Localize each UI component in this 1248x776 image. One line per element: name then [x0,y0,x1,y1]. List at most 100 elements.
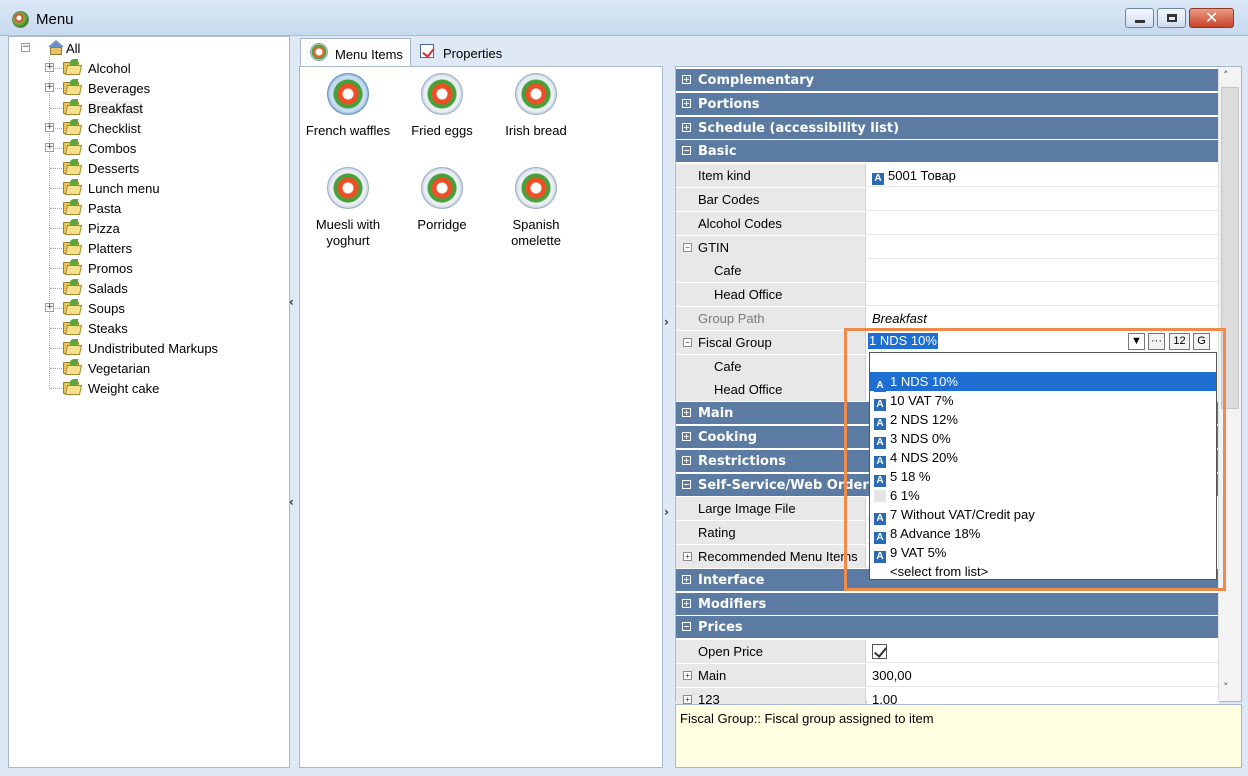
expand-icon[interactable]: + [683,694,692,704]
tree-item[interactable]: + Checklist [9,118,289,138]
property-value-cell[interactable] [867,211,1219,235]
collapse-icon[interactable]: − [682,479,691,489]
property-open-price[interactable]: Open Price [676,640,1219,664]
dish-icon [327,73,369,115]
property-value-cell[interactable]: Breakfast [867,307,1219,330]
collapse-icon[interactable]: − [682,622,691,632]
property-name-cell[interactable]: Item kind [676,164,866,188]
property-name: Cafe [714,263,742,279]
property-name-cell[interactable]: + Recommended Menu Items [676,545,866,568]
property-value-cell[interactable] [867,259,1219,283]
property-gtin[interactable]: − GTIN [676,235,1219,259]
property-gtin-cafe[interactable]: Cafe [676,259,1219,283]
expand-icon[interactable]: + [682,432,691,441]
tree-item[interactable]: Undistributed Markups [9,338,289,358]
expand-icon[interactable]: + [683,552,692,561]
property-name-cell[interactable]: Cafe [676,259,866,283]
tab-menu-items[interactable]: Menu Items [300,38,411,67]
property-name-cell[interactable]: Cafe [676,354,866,378]
category-basic[interactable]: − Basic [676,140,1219,164]
scroll-down-icon[interactable]: ˅ [1223,681,1229,694]
tree-item[interactable]: Vegetarian [9,358,289,378]
expand-icon[interactable]: + [682,98,691,108]
expand-icon[interactable]: + [682,574,691,584]
tree-item[interactable]: Salads [9,278,289,298]
expand-icon[interactable]: + [683,671,692,680]
expand-right-icon-2[interactable]: › [664,505,669,519]
tree-item[interactable]: + Beverages [9,78,289,98]
menu-folder-icon [63,359,83,375]
menu-folder-icon [63,319,83,335]
close-button[interactable]: ✕ [1189,8,1234,28]
property-value-cell[interactable] [867,188,1219,211]
expand-icon[interactable]: + [45,83,54,92]
category-label: Modifiers [698,596,767,612]
property-name-cell[interactable]: − GTIN [676,235,866,259]
category-schedule[interactable]: + Schedule (accessibility list) [676,116,1219,140]
expand-icon[interactable]: + [682,75,691,84]
property-value-cell[interactable] [867,640,1219,664]
tree-item[interactable]: + Soups [9,298,289,318]
expand-icon[interactable]: + [682,455,691,465]
expand-icon[interactable]: + [45,303,54,312]
tree-item[interactable]: Platters [9,238,289,258]
expand-icon[interactable]: + [682,408,691,418]
property-main-price[interactable]: + Main 300,00 [676,664,1219,687]
property-name: Fiscal Group [698,334,772,350]
tree-item-label: Promos [88,261,133,276]
collapse-icon[interactable]: − [683,337,692,347]
tree-item[interactable]: + Alcohol [9,58,289,78]
category-portions[interactable]: + Portions [676,92,1219,116]
collapse-left-icon[interactable]: ‹ [289,295,294,309]
property-name-cell[interactable]: − Fiscal Group [676,330,866,354]
property-gtin-head-office[interactable]: Head Office [676,283,1219,307]
dish-icon [515,73,557,115]
property-name-cell[interactable]: Alcohol Codes [676,211,866,235]
property-value-cell[interactable]: A 5001 Товар [867,164,1219,188]
property-item-kind[interactable]: Item kind A 5001 Товар [676,164,1219,188]
tree-item[interactable]: Pasta [9,198,289,218]
tab-properties[interactable]: Properties [413,38,509,65]
property-name-cell[interactable]: Head Office [676,283,866,307]
open-price-checkbox[interactable] [872,644,887,660]
collapse-icon[interactable]: − [683,242,692,252]
property-group-path[interactable]: Group Path Breakfast [676,307,1219,330]
property-value-cell[interactable]: 300,00 [867,664,1219,687]
tree-item[interactable]: Breakfast [9,98,289,118]
category-label: Interface [698,572,765,588]
property-value-cell[interactable] [867,235,1219,259]
expand-icon[interactable]: + [45,143,54,152]
tree-item[interactable]: Weight cake [9,378,289,398]
collapse-left-icon-2[interactable]: ‹ [289,495,294,509]
tree-item[interactable]: Pizza [9,218,289,238]
property-name-cell[interactable]: Group Path [676,307,866,330]
property-name-cell[interactable]: Head Office [676,378,866,402]
property-name-cell[interactable]: Rating [676,521,866,545]
maximize-button[interactable] [1157,8,1186,28]
property-alcohol-codes[interactable]: Alcohol Codes [676,211,1219,235]
expand-icon[interactable]: + [45,123,54,132]
expand-icon[interactable]: + [682,122,691,132]
tree-item[interactable]: Promos [9,258,289,278]
collapse-icon[interactable]: − [21,43,30,52]
category-complementary[interactable]: + Complementary [676,69,1219,92]
category-modifiers[interactable]: + Modifiers [676,592,1219,616]
expand-right-icon[interactable]: › [664,315,669,329]
property-name-cell[interactable]: Large Image File [676,497,866,521]
tree-item[interactable]: Lunch menu [9,178,289,198]
expand-icon[interactable]: + [682,598,691,608]
tree-item[interactable]: Desserts [9,158,289,178]
expand-icon[interactable]: + [45,63,54,72]
category-prices[interactable]: − Prices [676,616,1219,640]
property-name-cell[interactable]: Bar Codes [676,188,866,211]
minimize-button[interactable] [1125,8,1154,28]
scroll-up-icon[interactable]: ˄ [1223,69,1229,82]
property-value-cell[interactable] [867,283,1219,307]
tree-root[interactable]: − All [9,38,289,58]
property-name-cell[interactable]: + Main [676,664,866,687]
tree-item[interactable]: Steaks [9,318,289,338]
property-bar-codes[interactable]: Bar Codes [676,188,1219,211]
property-name-cell[interactable]: Open Price [676,640,866,664]
collapse-icon[interactable]: − [682,146,691,156]
tree-item[interactable]: + Combos [9,138,289,158]
